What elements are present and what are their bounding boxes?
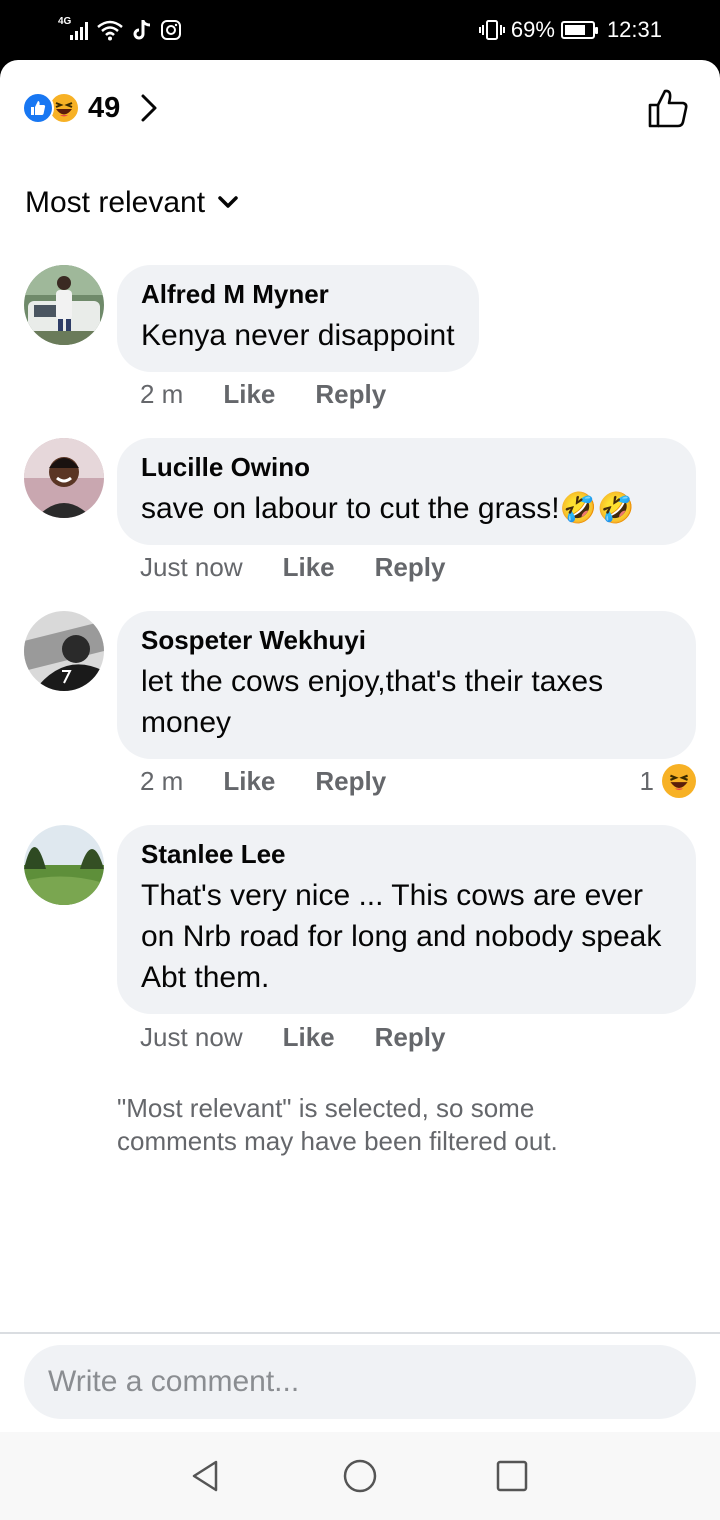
like-reaction-icon xyxy=(22,92,54,124)
back-icon[interactable] xyxy=(188,1458,224,1494)
wifi-icon xyxy=(97,20,123,41)
status-right-icons: 69% 12:31 xyxy=(478,16,662,44)
comment-time: 2 m xyxy=(140,766,184,796)
reactions-summary[interactable]: 49 xyxy=(22,88,160,128)
haha-reaction-icon xyxy=(662,764,696,798)
chevron-down-icon xyxy=(218,196,238,208)
comment-text: let the cows enjoy,that's their taxes mo… xyxy=(141,665,604,739)
comment-author[interactable]: Alfred M Myner xyxy=(141,279,455,309)
navigation-bar xyxy=(0,1432,720,1520)
vibrate-icon xyxy=(478,20,505,40)
comment-text: Kenya never disappoint xyxy=(141,319,455,352)
comment-author[interactable]: Sospeter Wekhuyi xyxy=(141,625,672,655)
comment-bubble[interactable]: Sospeter Wekhuyi let the cows enjoy,that… xyxy=(117,611,696,759)
like-button[interactable]: Like xyxy=(283,552,335,583)
status-bar: 4G 69% 12:31 xyxy=(0,0,720,60)
chevron-right-icon xyxy=(141,94,157,122)
avatar[interactable] xyxy=(24,265,104,345)
clock: 12:31 xyxy=(606,17,662,42)
tiktok-icon xyxy=(133,20,151,40)
comment-reaction-count: 1 xyxy=(639,765,654,796)
comment-actions: 2 m Like Reply xyxy=(140,766,386,797)
comment-input-placeholder: Write a comment... xyxy=(48,1365,300,1398)
like-button[interactable]: Like xyxy=(283,1022,335,1053)
comment-time: Just now xyxy=(140,1022,243,1052)
comment-bubble[interactable]: Stanlee Lee That's very nice ... This co… xyxy=(117,825,696,1014)
comment-reactions[interactable]: 1 xyxy=(640,764,696,798)
filter-note: "Most relevant" is selected, so some com… xyxy=(117,1093,558,1156)
divider xyxy=(0,1332,720,1334)
reaction-count: 49 xyxy=(88,91,121,124)
comments-sheet: 49 Most relevant Alfred M Myner Kenya ne… xyxy=(0,60,720,1432)
like-button[interactable]: Like xyxy=(223,379,275,410)
battery-icon xyxy=(560,21,598,39)
signal-icon: 4G xyxy=(58,16,88,40)
battery-percent: 69% xyxy=(510,17,555,42)
home-icon[interactable] xyxy=(342,1458,378,1494)
avatar[interactable] xyxy=(24,438,104,518)
status-left-icons: 4G xyxy=(58,16,182,44)
recents-icon[interactable] xyxy=(494,1458,530,1494)
comment-bubble[interactable]: Lucille Owino save on labour to cut the … xyxy=(117,438,696,545)
comment-time: Just now xyxy=(140,552,243,582)
instagram-icon xyxy=(161,20,181,40)
comment-actions: Just now Like Reply xyxy=(140,552,445,583)
avatar[interactable] xyxy=(24,611,104,691)
reply-button[interactable]: Reply xyxy=(315,766,386,797)
like-button[interactable]: Like xyxy=(223,766,275,797)
comment-text: That's very nice ... This cows are ever … xyxy=(141,879,662,994)
avatar[interactable] xyxy=(24,825,104,905)
reply-button[interactable]: Reply xyxy=(375,1022,446,1053)
comment-actions: 2 m Like Reply xyxy=(140,379,386,410)
comment-input[interactable]: Write a comment... xyxy=(24,1345,696,1419)
network-type: 4G xyxy=(58,16,72,27)
reply-button[interactable]: Reply xyxy=(375,552,446,583)
reply-button[interactable]: Reply xyxy=(315,379,386,410)
like-post-button[interactable] xyxy=(646,86,690,130)
comment-bubble[interactable]: Alfred M Myner Kenya never disappoint xyxy=(117,265,479,372)
sort-label: Most relevant xyxy=(25,186,206,219)
comment-time: 2 m xyxy=(140,379,184,409)
sort-dropdown[interactable]: Most relevant xyxy=(25,186,239,220)
comment-author[interactable]: Stanlee Lee xyxy=(141,839,672,869)
comment-text-row: save on labour to cut the grass!🤣🤣 xyxy=(141,488,672,529)
comment-text: save on labour to cut the grass! xyxy=(141,492,560,525)
rofl-emoji: 🤣🤣 xyxy=(559,492,635,525)
comment-actions: Just now Like Reply xyxy=(140,1022,445,1053)
comment-author[interactable]: Lucille Owino xyxy=(141,452,672,482)
